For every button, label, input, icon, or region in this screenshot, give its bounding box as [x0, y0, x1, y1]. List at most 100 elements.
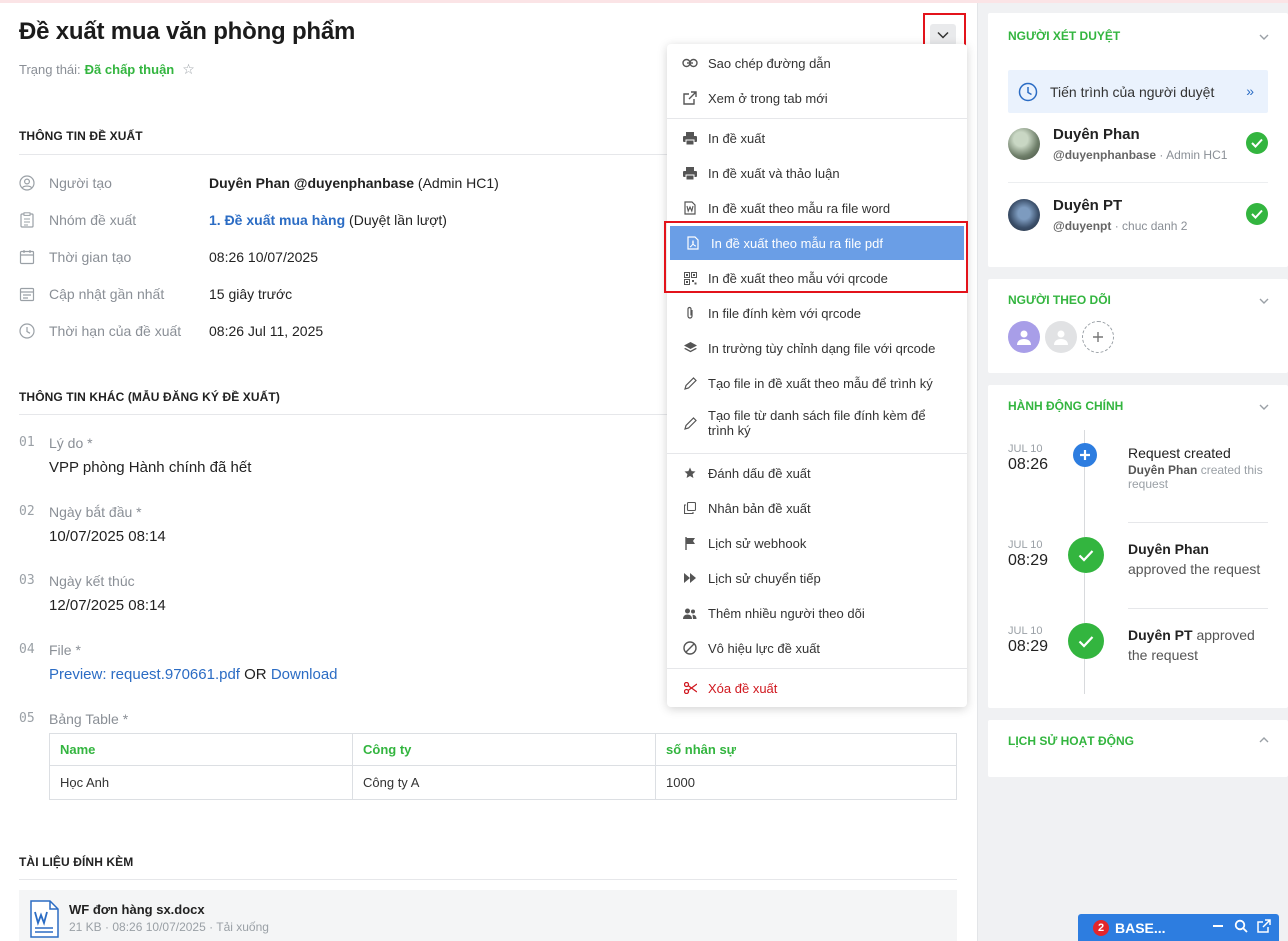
info-value: Duyên Phan @duyenphanbase (Admin HC1): [209, 175, 499, 191]
timeline-rest: approved the request: [1128, 561, 1261, 577]
menu-divider: [667, 668, 967, 669]
divider: [1128, 522, 1268, 523]
chevron-up-icon[interactable]: [1258, 734, 1270, 746]
timeline-time: 08:29: [1008, 552, 1049, 569]
menu-item-webhook-history[interactable]: Lịch sử webhook: [667, 526, 967, 560]
table-cell: Học Anh: [49, 765, 353, 800]
approver-item[interactable]: Duyên Phan @duyenphanbase · Admin HC1: [1008, 126, 1268, 176]
info-group: Nhóm đề xuất 1. Đề xuất mua hàng (Duyệt …: [19, 210, 447, 230]
field-number: 04: [19, 642, 35, 657]
timeline-item: JUL 10 08:29 Duyên Phan approved the req…: [1008, 539, 1268, 599]
flag-icon: [682, 535, 698, 551]
attachment-name[interactable]: WF đơn hàng sx.docx: [69, 902, 205, 917]
field-value: 12/07/2025 08:14: [49, 597, 166, 614]
menu-item-label: Lịch sử chuyển tiếp: [708, 570, 821, 586]
chat-controls: [1211, 919, 1271, 933]
chevron-down-icon[interactable]: [1258, 31, 1270, 43]
table-row: Học Anh Công ty A 1000: [49, 765, 957, 800]
chat-bar[interactable]: 2 BASE...: [1078, 914, 1279, 941]
menu-item-create-sign-file[interactable]: Tạo file in đề xuất theo mẫu để trình ký: [667, 366, 967, 400]
menu-item-print-attachment-qrcode[interactable]: In file đính kèm với qrcode: [667, 296, 967, 330]
external-link-icon[interactable]: [1257, 919, 1271, 933]
approver-handle: @duyenpt: [1053, 219, 1112, 233]
follower-avatar[interactable]: [1045, 321, 1077, 353]
follower-avatar[interactable]: [1008, 321, 1040, 353]
menu-item-print-word[interactable]: In đề xuất theo mẫu ra file word: [667, 191, 967, 225]
info-value: 1. Đề xuất mua hàng (Duyệt lần lượt): [209, 212, 447, 228]
field-number: 03: [19, 573, 35, 588]
menu-item-label: In đề xuất theo mẫu ra file word: [708, 200, 891, 216]
clock-icon: [1018, 82, 1038, 101]
add-follower-button[interactable]: [1082, 321, 1114, 353]
menu-item-label: Tạo file từ danh sách file đính kèm để t…: [708, 408, 926, 438]
menu-item-print[interactable]: In đề xuất: [667, 121, 967, 155]
actions-dropdown-menu: Sao chép đường dẫn Xem ở trong tab mới I…: [667, 44, 967, 707]
menu-item-mark[interactable]: Đánh dấu đề xuất: [667, 456, 967, 490]
plus-icon: [1093, 332, 1103, 342]
link-icon: [682, 55, 698, 71]
minimize-icon[interactable]: [1211, 919, 1225, 933]
table-header-row: Name Công ty số nhân sự: [49, 733, 957, 766]
menu-item-label: Sao chép đường dẫn: [708, 55, 831, 71]
info-value: 08:26 Jul 11, 2025: [209, 323, 324, 339]
section-title-other: THÔNG TIN KHÁC (MẪU ĐĂNG KÝ ĐỀ XUẤT): [19, 390, 280, 404]
attachment-item[interactable]: WF đơn hàng sx.docx 21 KB · 08:26 10/07/…: [19, 890, 957, 941]
timeline-date: JUL 10: [1008, 625, 1043, 637]
star-icon[interactable]: ☆: [182, 61, 195, 77]
approver-role: · chuc danh 2: [1111, 219, 1188, 233]
timeline-text: Duyên PT approved the request: [1128, 625, 1278, 665]
divider: [19, 879, 957, 880]
menu-item-label: Xem ở trong tab mới: [708, 90, 828, 106]
menu-item-duplicate[interactable]: Nhân bản đề xuất: [667, 491, 967, 525]
fast-forward-icon: [682, 570, 698, 586]
group-link[interactable]: 1. Đề xuất mua hàng: [209, 212, 345, 228]
approver-handle: @duyenphanbase: [1053, 148, 1157, 162]
check-circle-icon: [1068, 537, 1104, 573]
info-created: Thời gian tạo 08:26 10/07/2025: [19, 247, 318, 267]
timeline-sub: Duyên Phan created this request: [1128, 463, 1278, 491]
menu-item-copy-link[interactable]: Sao chép đường dẫn: [667, 46, 967, 80]
menu-item-create-sign-from-attachments[interactable]: Tạo file từ danh sách file đính kèm để t…: [667, 401, 967, 445]
creator-name[interactable]: Duyên Phan @duyenphanbase: [209, 175, 414, 191]
timeline-item: JUL 10 08:26 Request created Duyên Phan …: [1008, 443, 1268, 503]
attachment-download-link[interactable]: Tải xuống: [216, 920, 269, 934]
page-title: Đề xuất mua văn phòng phẩm: [19, 18, 356, 45]
menu-item-forward-history[interactable]: Lịch sử chuyển tiếp: [667, 561, 967, 595]
menu-item-print-discussion[interactable]: In đề xuất và thảo luận: [667, 156, 967, 190]
download-link[interactable]: Download: [271, 666, 338, 683]
menu-item-invalidate[interactable]: Vô hiệu lực đề xuất: [667, 631, 967, 665]
word-file-icon: [29, 900, 59, 941]
card-title: NGƯỜI XÉT DUYỆT: [1008, 29, 1121, 43]
menu-item-print-custom-field-qrcode[interactable]: In trường tùy chỉnh dạng file với qrcode: [667, 331, 967, 365]
check-icon: [1246, 203, 1268, 225]
column-header: Công ty: [352, 733, 656, 766]
timeline-date: JUL 10: [1008, 443, 1043, 455]
search-icon[interactable]: [1234, 919, 1248, 933]
or-text: OR: [239, 666, 271, 683]
field-label: Lý do *: [49, 435, 93, 451]
field-value: Preview: request.970661.pdf OR Download: [49, 666, 338, 683]
approver-item[interactable]: Duyên PT @duyenpt · chuc danh 2: [1008, 197, 1268, 247]
menu-item-delete[interactable]: Xóa đề xuất: [667, 671, 967, 705]
field-label: Ngày bắt đầu *: [49, 504, 142, 520]
chevron-down-icon[interactable]: [1258, 401, 1270, 413]
printer-icon: [682, 130, 698, 146]
section-title-info: THÔNG TIN ĐỀ XUẤT: [19, 129, 143, 143]
menu-item-open-new-tab[interactable]: Xem ở trong tab mới: [667, 81, 967, 115]
menu-divider: [667, 118, 967, 119]
menu-item-label: Vô hiệu lực đề xuất: [708, 640, 821, 656]
clipboard-icon: [19, 212, 35, 228]
timeline-actor: Duyên Phan: [1128, 463, 1198, 477]
check-icon: [1246, 132, 1268, 154]
chevron-down-icon[interactable]: [1258, 295, 1270, 307]
user-icon: [1017, 330, 1031, 345]
activity-history-card: LỊCH SỬ HOẠT ĐỘNG: [988, 720, 1288, 777]
menu-item-label: Thêm nhiều người theo dõi: [708, 605, 865, 621]
timeline-item: JUL 10 08:29 Duyên PT approved the reque…: [1008, 625, 1268, 685]
approver-progress-button[interactable]: Tiến trình của người duyệt »: [1008, 70, 1268, 113]
info-updated: Cập nhật gần nhất 15 giây trước: [19, 284, 292, 304]
preview-link[interactable]: Preview: request.970661.pdf: [49, 666, 240, 683]
approver-name: Duyên Phan: [1053, 126, 1140, 143]
menu-item-label: Tạo file in đề xuất theo mẫu để trình ký: [708, 375, 933, 391]
menu-item-add-followers[interactable]: Thêm nhiều người theo dõi: [667, 596, 967, 630]
